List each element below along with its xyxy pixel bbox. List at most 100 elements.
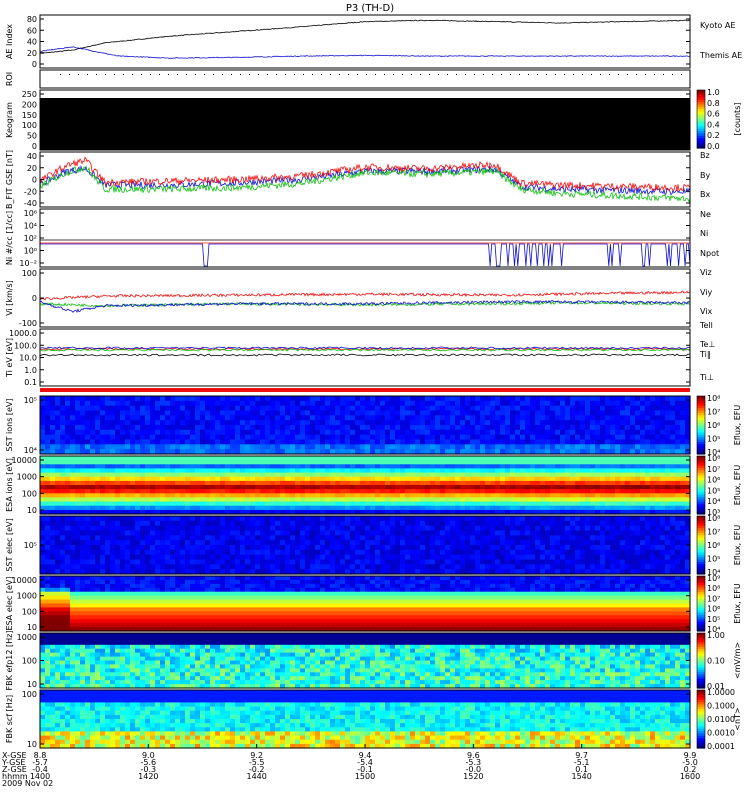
spectro-cell	[585, 405, 591, 412]
spectro-cell	[380, 554, 386, 561]
spectro-cell	[530, 405, 536, 412]
spectro-cell	[480, 501, 486, 507]
spectro-cell	[600, 396, 606, 402]
spectro-cell	[545, 396, 551, 402]
spectro-cell	[175, 545, 181, 551]
spectro-cell	[100, 530, 106, 536]
spectro-cell	[530, 525, 536, 532]
spectro-cell	[60, 545, 66, 551]
spectro-cell	[645, 460, 651, 465]
spectro-cell	[155, 564, 161, 570]
spectro-cell	[240, 434, 246, 441]
spectro-cell	[260, 559, 266, 565]
spectro-cell	[570, 530, 576, 536]
spectro-cell	[65, 535, 71, 541]
spectro-cell	[430, 489, 436, 494]
spectro-cell	[205, 485, 211, 490]
spectro-cell	[225, 564, 231, 570]
spectro-cell	[60, 497, 66, 503]
spectro-cell	[575, 410, 581, 416]
spectro-cell	[175, 559, 181, 565]
spectro-cell	[65, 549, 71, 556]
spectro-cell	[225, 489, 231, 494]
spectro-cell	[630, 497, 636, 503]
spectro-cell	[225, 415, 231, 421]
spectro-cell	[675, 400, 681, 407]
spectro-cell	[570, 468, 576, 474]
spectro-cell	[515, 535, 521, 541]
spectro-cell	[535, 400, 541, 407]
spectro-cell	[615, 464, 621, 469]
spectro-cell	[660, 476, 666, 482]
spectro-cell	[105, 525, 111, 532]
spectro-cell	[555, 520, 561, 527]
roi-dot	[132, 74, 133, 75]
spectro-cell	[660, 472, 666, 478]
spectro-cell	[295, 468, 301, 474]
spectro-cell	[165, 540, 171, 546]
spectro-cell	[460, 497, 466, 503]
spectro-cell	[475, 434, 481, 441]
spectro-cell	[105, 540, 111, 546]
spectro-cell	[185, 545, 191, 551]
spectro-cell	[660, 468, 666, 474]
roi-dot	[564, 74, 565, 75]
spectro-cell	[490, 516, 496, 522]
spectro-cell	[650, 415, 656, 421]
spectro-cell	[315, 415, 321, 421]
spectro-cell	[215, 554, 221, 561]
spectro-cell	[155, 464, 161, 469]
spectro-cell	[345, 525, 351, 532]
spectro-cell	[635, 400, 641, 407]
spectro-cell	[75, 480, 81, 486]
spectro-cell	[300, 472, 306, 478]
spectro-cell	[120, 493, 126, 498]
spectro-cell	[295, 525, 301, 532]
spectro-cell	[85, 480, 91, 486]
spectro-cell	[445, 545, 451, 551]
spectro-cell	[245, 564, 251, 570]
spectro-cell	[435, 456, 441, 461]
spectro-cell	[235, 396, 241, 402]
spectro-cell	[445, 489, 451, 494]
spectro-cell	[620, 520, 626, 527]
spectro-cell	[430, 410, 436, 416]
spectro-cell	[440, 400, 446, 407]
spectro-cell	[400, 468, 406, 474]
spectro-cell	[540, 497, 546, 503]
spectro-cell	[270, 554, 276, 561]
spectro-cell	[480, 535, 486, 541]
spectro-cell	[400, 530, 406, 536]
spectro-cell	[540, 400, 546, 407]
spectro-cell	[460, 549, 466, 556]
spectro-cell	[540, 530, 546, 536]
spectro-cell	[45, 429, 51, 436]
spectro-cell	[550, 525, 556, 532]
spectro-cell	[470, 564, 476, 570]
spectro-cell	[390, 540, 396, 546]
spectro-cell	[645, 525, 651, 532]
spectro-cell	[430, 400, 436, 407]
spectro-cell	[650, 549, 656, 556]
spectro-cell	[445, 464, 451, 469]
spectro-cell	[55, 489, 61, 494]
spectro-cell	[600, 554, 606, 561]
spectro-cell	[340, 540, 346, 546]
spectro-cell	[420, 456, 426, 461]
spectro-cell	[495, 559, 501, 565]
spectro-cell	[455, 420, 461, 426]
spectro-cell	[420, 405, 426, 412]
spectro-cell	[145, 530, 151, 536]
spectro-cell	[145, 485, 151, 490]
spectro-cell	[60, 554, 66, 561]
spectro-cell	[630, 429, 636, 436]
spectro-cell	[385, 564, 391, 570]
spectro-cell	[440, 434, 446, 441]
spectro-cell	[150, 460, 156, 465]
spectro-cell	[600, 497, 606, 503]
spectro-cell	[300, 405, 306, 412]
spectro-cell	[530, 540, 536, 546]
spectro-cell	[500, 410, 506, 416]
spectro-cell	[265, 472, 271, 478]
spectro-cell	[345, 429, 351, 436]
